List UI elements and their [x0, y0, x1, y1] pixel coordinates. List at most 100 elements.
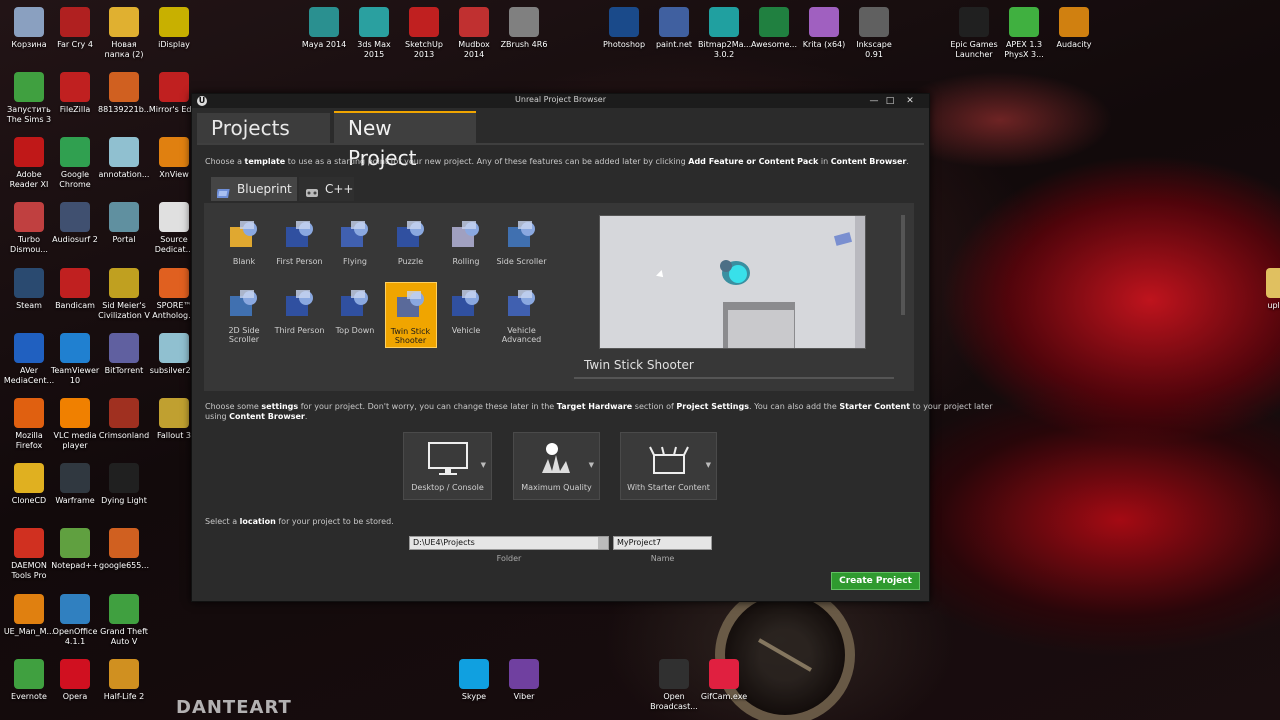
desktop-shortcut[interactable]: FileZilla [49, 72, 101, 115]
desktop-shortcut[interactable]: GifCam.exe [698, 659, 750, 702]
desktop-shortcut[interactable]: Maya 2014 [298, 7, 350, 50]
mirrorsedge-icon [159, 72, 189, 102]
template-third-person[interactable]: Third Person [274, 282, 326, 348]
desktop-shortcut[interactable]: Dying Light [98, 463, 150, 506]
bittorrent-icon [109, 333, 139, 363]
quality-dropdown[interactable]: Maximum Quality ▼ [513, 432, 600, 500]
template-twin-stick[interactable]: Twin Stick Shooter [384, 282, 437, 348]
desktop-shortcut[interactable]: Bitmap2Ma... 3.0.2 [698, 7, 751, 60]
desktop-shortcut[interactable]: Grand Theft Auto V [98, 594, 150, 647]
desktop-shortcut-label: UE_Man_M... [3, 627, 55, 636]
blueprint-icon [216, 183, 231, 198]
desktop-shortcut[interactable]: ZBrush 4R6 [498, 7, 550, 50]
template-top-down[interactable]: Top Down [329, 282, 381, 348]
maximize-icon[interactable]: □ [883, 95, 897, 107]
opera-icon [60, 659, 90, 689]
create-project-button[interactable]: Create Project [831, 572, 920, 590]
desktop-shortcut[interactable]: OpenOffice 4.1.1 [49, 594, 101, 647]
desktop-shortcut[interactable]: Notepad++ [49, 528, 101, 571]
title-bar[interactable]: U Unreal Project Browser — □ ✕ [192, 94, 929, 108]
desktop-shortcut[interactable]: Корзина [3, 7, 55, 50]
project-name-input[interactable]: MyProject7 [613, 536, 712, 550]
target-hardware-dropdown[interactable]: Desktop / Console ▼ [403, 432, 492, 500]
template-first-person[interactable]: First Person [274, 213, 326, 279]
desktop-shortcut-label: Запустить The Sims 3 [6, 105, 52, 124]
desktop-shortcut[interactable]: Evernote [3, 659, 55, 702]
tab-blueprint[interactable]: Blueprint [211, 177, 297, 201]
template-2d-side-scroller[interactable]: 2D Side Scroller [218, 282, 270, 348]
desktop-shortcut[interactable]: Запустить The Sims 3 [3, 72, 55, 125]
tab-cpp[interactable]: C++ [299, 177, 354, 201]
desktop-shortcut[interactable]: Turbo Dismou... [3, 202, 55, 255]
tab-projects[interactable]: Projects [197, 113, 330, 143]
desktop-shortcut[interactable]: UE_Man_M... [3, 594, 55, 637]
template-vehicle[interactable]: Vehicle [440, 282, 492, 348]
desktop-shortcut[interactable]: TeamViewer 10 [49, 333, 101, 386]
desktop-shortcut[interactable]: 3ds Max 2015 [348, 7, 400, 60]
template-puzzle[interactable]: Puzzle [385, 213, 437, 279]
desktop-shortcut[interactable]: CloneCD [3, 463, 55, 506]
desktop-shortcut[interactable]: Sid Meier's Civilization V [98, 268, 150, 321]
browse-folder-button[interactable] [598, 537, 608, 549]
preview-scrollbar[interactable] [901, 215, 905, 315]
desktop-shortcut[interactable]: iDisplay [148, 7, 200, 50]
desktop-shortcut[interactable]: Epic Games Launcher [948, 7, 1000, 60]
tab-new-project[interactable]: New Project [334, 111, 476, 170]
folder-input[interactable]: D:\UE4\Projects [409, 536, 609, 550]
desktop-shortcut-label: Portal [112, 235, 136, 244]
template-side-scroller[interactable]: Side Scroller [496, 213, 548, 279]
desktop-shortcut-label: Skype [461, 692, 487, 701]
desktop-shortcut[interactable]: Bandicam [49, 268, 101, 311]
minimize-icon[interactable]: — [867, 95, 881, 107]
desktop-shortcut[interactable]: VLC media player [49, 398, 101, 451]
desktop-shortcut[interactable]: google655... [98, 528, 150, 571]
desktop-shortcut[interactable]: Adobe Reader XI [3, 137, 55, 190]
desktop-shortcut[interactable]: Far Cry 4 [49, 7, 101, 50]
crimsonland-icon [109, 398, 139, 428]
desktop-shortcut[interactable]: Krita (x64) [798, 7, 850, 50]
twin-stick-icon [393, 287, 429, 323]
desktop-shortcut[interactable]: DAEMON Tools Pro [3, 528, 55, 581]
desktop-shortcut[interactable]: Open Broadcast... [648, 659, 700, 712]
starter-content-dropdown[interactable]: With Starter Content ▼ [620, 432, 717, 500]
xnview-icon [14, 594, 44, 624]
desktop-shortcut[interactable]: Google Chrome [49, 137, 101, 190]
desktop-shortcut[interactable]: Mudbox 2014 [448, 7, 500, 60]
desktop-shortcut[interactable]: Inkscape 0.91 [848, 7, 900, 60]
desktop-shortcut[interactable]: Viber [498, 659, 550, 702]
desktop-shortcut[interactable]: Crimsonland [98, 398, 150, 441]
desktop-shortcut[interactable]: 88139221b... [98, 72, 151, 115]
desktop-shortcut[interactable]: Audiosurf 2 [49, 202, 101, 245]
desktop-shortcut[interactable]: Skype [448, 659, 500, 702]
desktop-shortcut[interactable]: Photoshop [598, 7, 650, 50]
template-blank[interactable]: Blank [218, 213, 270, 279]
template-intro-text: Choose a template to use as a starting p… [205, 157, 909, 166]
quality-label: Maximum Quality [521, 483, 592, 492]
desktop-shortcut[interactable]: Awesome... [748, 7, 800, 50]
template-vehicle-advanced[interactable]: Vehicle Advanced [496, 282, 548, 348]
desktop-shortcut[interactable]: Steam [3, 268, 55, 311]
desktop-shortcut[interactable]: Half-Life 2 [98, 659, 150, 702]
desktop-shortcut[interactable]: Audacity [1048, 7, 1100, 50]
maya-icon [309, 7, 339, 37]
desktop-shortcut[interactable]: BitTorrent [98, 333, 150, 376]
desktop-shortcut[interactable]: Новая папка (2) [98, 7, 150, 60]
close-icon[interactable]: ✕ [903, 95, 917, 107]
desktop-shortcut[interactable]: Portal [98, 202, 150, 245]
desktop-shortcut-label: Mozilla Firefox [15, 431, 43, 450]
sims-icon [14, 72, 44, 102]
desktop-shortcut[interactable]: AVer MediaCent... [3, 333, 55, 386]
desktop-shortcut[interactable]: Opera [49, 659, 101, 702]
puzzle-icon [393, 217, 429, 253]
portal-icon [109, 202, 139, 232]
desktop-shortcut[interactable]: Warframe [49, 463, 101, 506]
template-rolling[interactable]: Rolling [440, 213, 492, 279]
desktop-shortcut-label: Новая папка (2) [104, 40, 144, 59]
desktop-shortcut[interactable]: annotation... [98, 137, 150, 180]
desktop-shortcut[interactable]: SketchUp 2013 [398, 7, 450, 60]
desktop-shortcut[interactable]: APEX 1.3 PhysX 3... [998, 7, 1050, 60]
desktop-shortcut[interactable]: upload [1255, 268, 1280, 311]
template-flying[interactable]: Flying [329, 213, 381, 279]
desktop-shortcut[interactable]: paint.net [648, 7, 700, 50]
desktop-shortcut[interactable]: Mozilla Firefox [3, 398, 55, 451]
